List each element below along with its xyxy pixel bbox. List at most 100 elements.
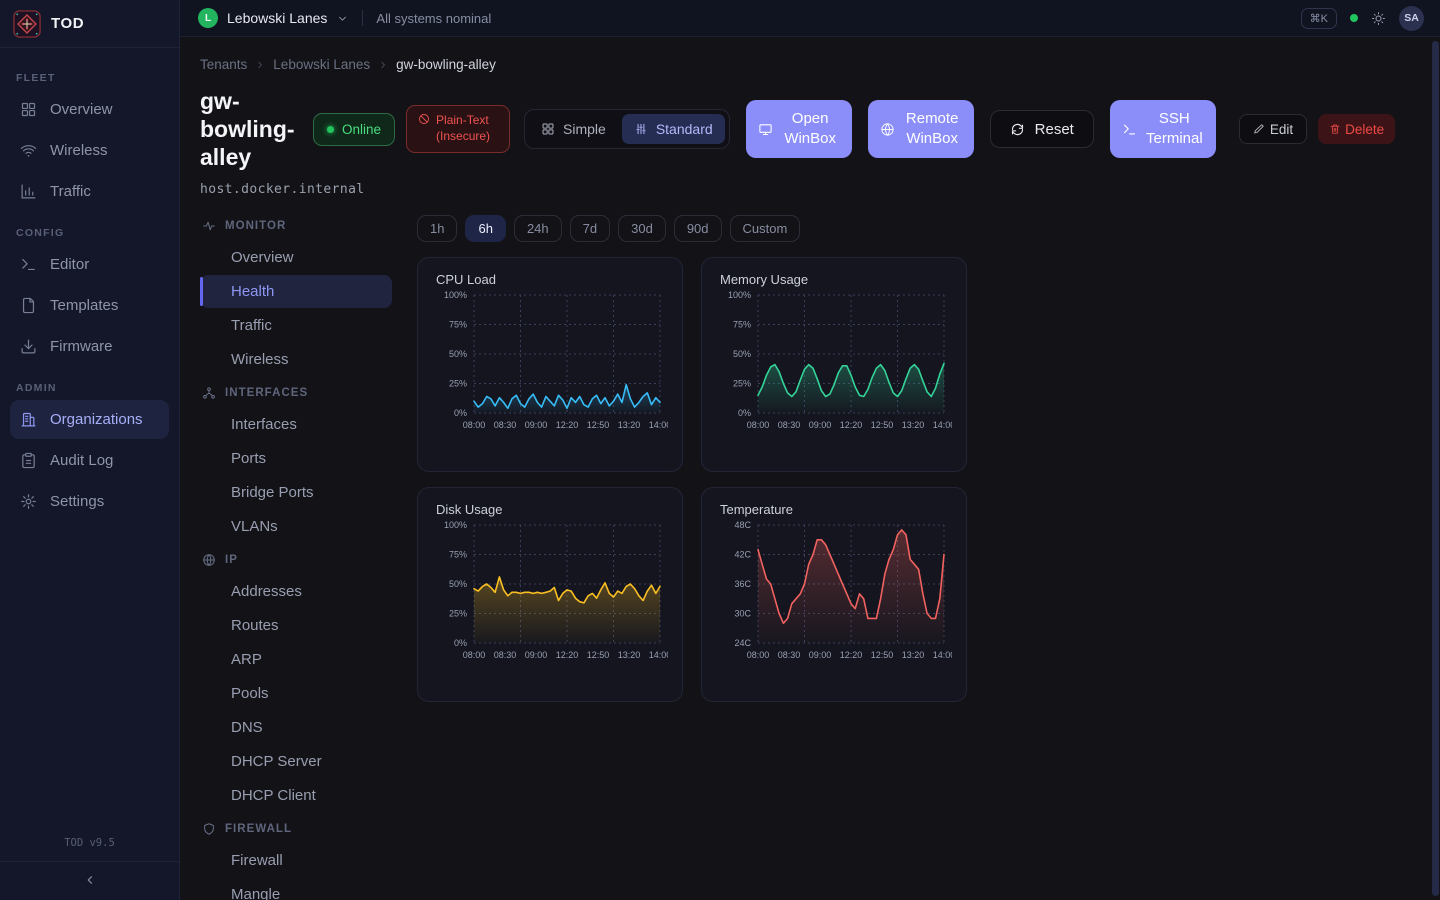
bar-chart-icon bbox=[20, 183, 37, 200]
subnav-item-ports[interactable]: Ports bbox=[200, 442, 392, 475]
svg-text:25%: 25% bbox=[733, 379, 751, 389]
subnav-item-pools[interactable]: Pools bbox=[200, 677, 392, 710]
terminal-icon bbox=[1122, 122, 1137, 137]
time-range-6h[interactable]: 6h bbox=[465, 215, 505, 242]
subnav-section-interfaces: INTERFACES bbox=[200, 377, 392, 407]
svg-text:30C: 30C bbox=[734, 609, 751, 619]
subnav-item-addresses[interactable]: Addresses bbox=[200, 575, 392, 608]
time-range-90d[interactable]: 90d bbox=[674, 215, 722, 242]
view-mode-standard[interactable]: Standard bbox=[622, 114, 725, 144]
main-content: Tenants Lebowski Lanes gw-bowling-alley … bbox=[180, 37, 1432, 900]
chart-title: CPU Load bbox=[436, 272, 666, 287]
subnav-section-label: FIREWALL bbox=[225, 823, 292, 835]
file-icon bbox=[20, 297, 37, 314]
sidebar-collapse-button[interactable] bbox=[0, 862, 179, 898]
time-range-7d[interactable]: 7d bbox=[570, 215, 610, 242]
tenant-switcher[interactable]: L Lebowski Lanes bbox=[198, 8, 349, 28]
svg-text:09:00: 09:00 bbox=[525, 420, 548, 430]
sidebar-item-templates[interactable]: Templates bbox=[10, 286, 169, 325]
svg-text:12:20: 12:20 bbox=[840, 420, 863, 430]
view-mode-simple[interactable]: Simple bbox=[529, 114, 618, 144]
subnav-item-routes[interactable]: Routes bbox=[200, 609, 392, 642]
page-scrollbar[interactable] bbox=[1432, 41, 1439, 896]
svg-text:09:00: 09:00 bbox=[809, 420, 832, 430]
sidebar-footer: TOD v9.5 bbox=[0, 827, 179, 900]
subnav-item-overview[interactable]: Overview bbox=[200, 241, 392, 274]
ssh-terminal-button[interactable]: SSH Terminal bbox=[1110, 100, 1216, 158]
chevron-right-icon bbox=[377, 59, 389, 71]
app-logo-row: TOD bbox=[0, 0, 179, 48]
svg-text:13:20: 13:20 bbox=[618, 420, 641, 430]
grid-icon bbox=[20, 101, 37, 118]
sidebar-item-editor[interactable]: Editor bbox=[10, 245, 169, 284]
svg-text:13:20: 13:20 bbox=[618, 650, 641, 660]
sidebar-item-overview[interactable]: Overview bbox=[10, 90, 169, 129]
svg-text:12:20: 12:20 bbox=[556, 420, 579, 430]
reset-button[interactable]: Reset bbox=[990, 110, 1094, 148]
topbar: L Lebowski Lanes All systems nominal ⌘K … bbox=[180, 0, 1440, 37]
remote-winbox-button[interactable]: Remote WinBox bbox=[868, 100, 974, 158]
svg-text:13:20: 13:20 bbox=[902, 420, 925, 430]
online-status-badge: Online bbox=[313, 113, 395, 146]
svg-text:24C: 24C bbox=[734, 638, 751, 648]
svg-text:36C: 36C bbox=[734, 579, 751, 589]
svg-text:12:20: 12:20 bbox=[840, 650, 863, 660]
globe-icon bbox=[202, 553, 216, 567]
svg-text:0%: 0% bbox=[738, 408, 751, 418]
svg-text:50%: 50% bbox=[733, 349, 751, 359]
time-range-1h[interactable]: 1h bbox=[417, 215, 457, 242]
svg-text:75%: 75% bbox=[449, 550, 467, 560]
theme-toggle-button[interactable] bbox=[1371, 11, 1386, 26]
subnav-section-label: INTERFACES bbox=[225, 387, 308, 399]
open-winbox-button[interactable]: Open WinBox bbox=[746, 100, 852, 158]
subnav-item-dhcp-server[interactable]: DHCP Server bbox=[200, 745, 392, 778]
trash-icon bbox=[1329, 123, 1341, 135]
time-range-custom[interactable]: Custom bbox=[730, 215, 801, 242]
remote-winbox-label: Remote WinBox bbox=[903, 109, 961, 150]
scrollbar-thumb[interactable] bbox=[1432, 41, 1439, 896]
subnav-item-vlans[interactable]: VLANs bbox=[200, 510, 392, 543]
subnav-item-mangle[interactable]: Mangle bbox=[200, 878, 392, 900]
sidebar-item-audit-log[interactable]: Audit Log bbox=[10, 441, 169, 480]
time-range-30d[interactable]: 30d bbox=[618, 215, 666, 242]
svg-text:12:50: 12:50 bbox=[587, 420, 610, 430]
command-palette-button[interactable]: ⌘K bbox=[1301, 8, 1337, 29]
view-mode-standard-label: Standard bbox=[656, 121, 713, 137]
edit-button[interactable]: Edit bbox=[1239, 114, 1307, 144]
app-version: TOD v9.5 bbox=[0, 827, 179, 861]
subnav-item-firewall[interactable]: Firewall bbox=[200, 844, 392, 877]
breadcrumb-tenants[interactable]: Tenants bbox=[200, 57, 247, 72]
subnav-item-traffic[interactable]: Traffic bbox=[200, 309, 392, 342]
sidebar-item-organizations[interactable]: Organizations bbox=[10, 400, 169, 439]
sidebar-item-settings[interactable]: Settings bbox=[10, 482, 169, 521]
subnav-item-arp[interactable]: ARP bbox=[200, 643, 392, 676]
temperature-chart: 48C42C36C30C24C08:0008:3009:0012:2012:50… bbox=[718, 519, 952, 677]
chart-card-cpu-load: CPU Load 100%75%50%25%0%08:0008:3009:001… bbox=[417, 257, 683, 472]
svg-text:14:00: 14:00 bbox=[649, 650, 668, 660]
sidebar-item-firmware[interactable]: Firmware bbox=[10, 327, 169, 366]
subnav-item-dhcp-client[interactable]: DHCP Client bbox=[200, 779, 392, 812]
svg-text:08:30: 08:30 bbox=[494, 420, 517, 430]
sidebar-item-traffic[interactable]: Traffic bbox=[10, 172, 169, 211]
wifi-icon bbox=[20, 142, 37, 159]
activity-icon bbox=[202, 219, 216, 233]
charts-grid: CPU Load 100%75%50%25%0%08:0008:3009:001… bbox=[417, 257, 967, 702]
time-range-24h[interactable]: 24h bbox=[514, 215, 562, 242]
subnav-section-monitor: MONITOR bbox=[200, 210, 392, 240]
subnav-item-wireless[interactable]: Wireless bbox=[200, 343, 392, 376]
chevron-right-icon bbox=[254, 59, 266, 71]
shield-off-icon bbox=[418, 113, 430, 125]
app-logo-icon bbox=[13, 10, 41, 38]
svg-text:14:00: 14:00 bbox=[649, 420, 668, 430]
user-avatar[interactable]: SA bbox=[1399, 6, 1424, 31]
subnav-item-health[interactable]: Health bbox=[200, 275, 392, 308]
download-icon bbox=[20, 338, 37, 355]
breadcrumb-tenant[interactable]: Lebowski Lanes bbox=[273, 57, 370, 72]
cpu-load-chart: 100%75%50%25%0%08:0008:3009:0012:2012:50… bbox=[434, 289, 668, 447]
breadcrumb: Tenants Lebowski Lanes gw-bowling-alley bbox=[200, 57, 1432, 72]
subnav-item-bridge-ports[interactable]: Bridge Ports bbox=[200, 476, 392, 509]
delete-button[interactable]: Delete bbox=[1318, 114, 1395, 144]
subnav-item-interfaces[interactable]: Interfaces bbox=[200, 408, 392, 441]
sidebar-item-wireless[interactable]: Wireless bbox=[10, 131, 169, 170]
subnav-item-dns[interactable]: DNS bbox=[200, 711, 392, 744]
